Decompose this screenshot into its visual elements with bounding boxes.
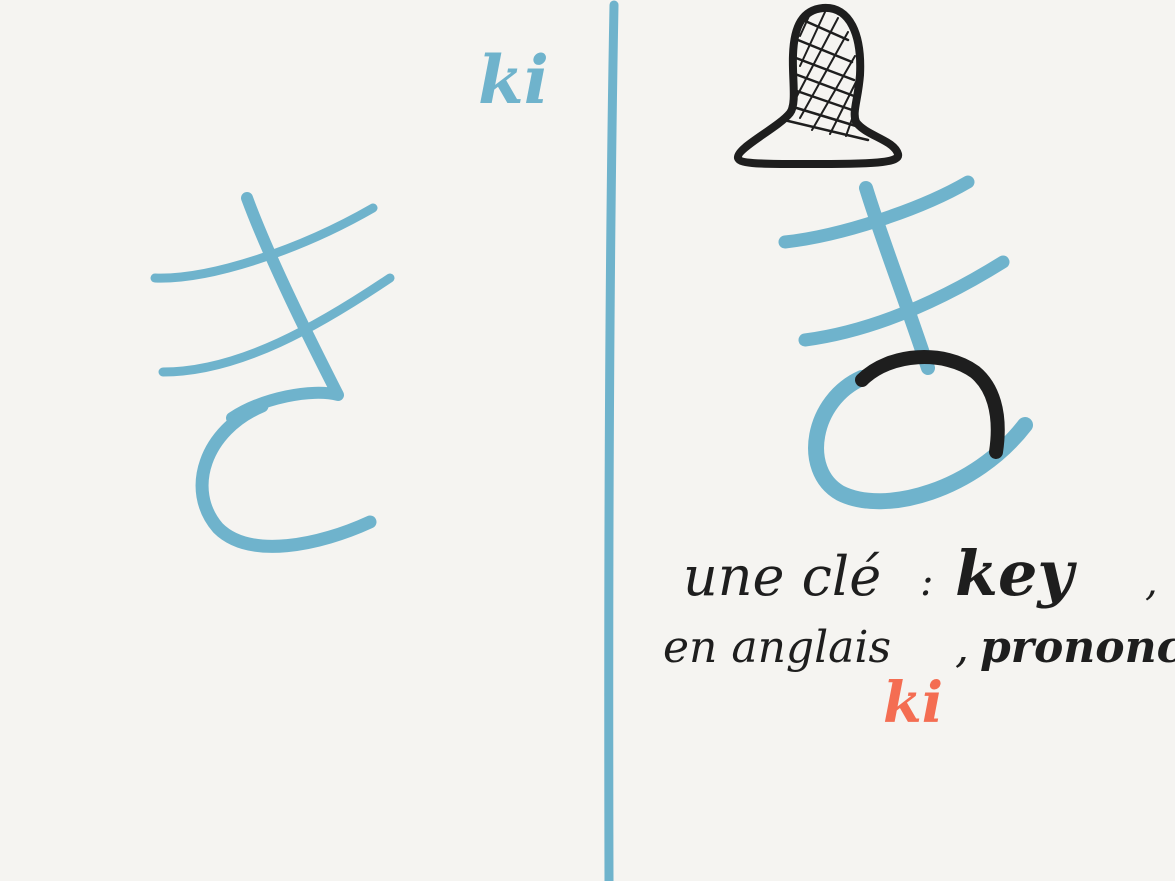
left-romaji: ki xyxy=(478,41,549,119)
center-divider xyxy=(604,0,619,881)
mnemonic-line-2-b: prononcé xyxy=(980,622,1175,673)
right-kana-ki xyxy=(778,175,1033,510)
hiragana-ki-drawing: ki une clé : key , en anglais , prononcé… xyxy=(150,0,1175,881)
left-kana-ki xyxy=(150,192,395,553)
key-icon xyxy=(734,3,903,169)
mnemonic-line-1-sep: : xyxy=(920,559,933,605)
mnemonic-line-3: ki xyxy=(883,670,943,736)
mnemonic-line-2-a: en anglais xyxy=(663,622,891,673)
mnemonic-line-1-b: key xyxy=(955,537,1077,610)
mnemonic-line-1-end: , xyxy=(1145,559,1158,605)
mnemonic-line-2-sep: , xyxy=(955,622,969,673)
mnemonic-line-1-a: une clé xyxy=(683,545,881,608)
mnemonic-line-1: une clé : key , xyxy=(683,537,1158,610)
left-ki-stroke-2 xyxy=(158,273,395,377)
mnemonic-line-2: en anglais , prononcé xyxy=(663,622,1175,673)
left-ki-stroke-4 xyxy=(195,399,377,553)
